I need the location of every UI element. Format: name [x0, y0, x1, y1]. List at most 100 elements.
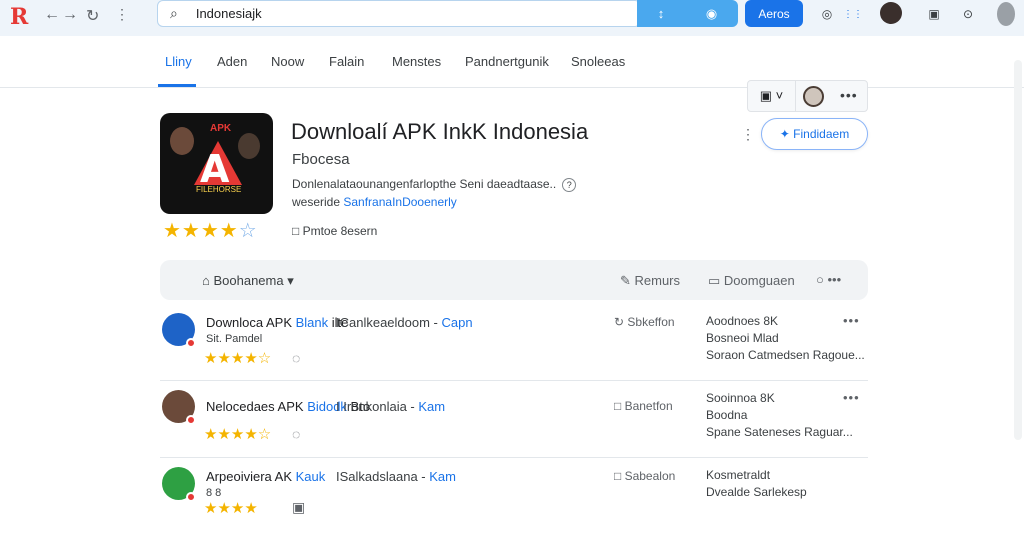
downloads-filter[interactable]: ▭ Doomguaen: [708, 273, 795, 289]
user-avatar[interactable]: [880, 2, 902, 24]
item-name-highlight: Kauk: [295, 469, 326, 484]
browser-toolbar: R ← → ↻ ⋮ ⌕ Indonesiajk ↕ ◉ Aeros ◎ ⋮⋮ ▣…: [0, 0, 1024, 36]
category-text: ICanlkeaeldoom -: [336, 315, 442, 330]
apk-badge: APK: [210, 123, 232, 134]
rating-empty-star: ☆: [238, 220, 258, 242]
app-menu-icon[interactable]: ⋮: [741, 126, 755, 143]
reload-icon[interactable]: ↻: [86, 6, 99, 26]
info-line-3: Soraon Catmedsen Ragoue...: [706, 348, 865, 362]
tab-noow[interactable]: Noow: [271, 54, 304, 69]
address-bar[interactable]: ⌕ Indonesiajk: [157, 0, 641, 27]
info-line-2: Dvealde Sarlekesp: [706, 485, 807, 499]
status-dot: [186, 492, 196, 502]
info-line-1: Aoodnoes 8K: [706, 314, 779, 328]
active-tab-indicator: [158, 84, 196, 87]
item-subtitle: 8 8: [206, 487, 222, 499]
item-subtitle: Sit. Pamdel: [206, 333, 263, 345]
home-icon: ⌂: [202, 273, 210, 288]
more-vert-icon[interactable]: ⋮: [115, 6, 129, 23]
status-dot: [186, 338, 196, 348]
search-more-icon[interactable]: ○ •••: [816, 272, 841, 287]
tab-snoleeas[interactable]: Snoleeas: [571, 54, 625, 69]
app-rating: ★★★★☆: [163, 218, 258, 243]
profile-icon[interactable]: [997, 2, 1015, 26]
item-info: Sooinnoa 8K Boodna Spane Sateneses Raguar.…: [706, 390, 853, 441]
category-link[interactable]: Kam: [429, 469, 456, 484]
tab-bar: Lliny Aden Noow Falain Menstes Pandnertg…: [0, 36, 1024, 112]
address-input[interactable]: Indonesiajk: [196, 6, 262, 21]
category-link[interactable]: Capn: [442, 315, 473, 330]
item-rating: ★★★★☆: [204, 350, 272, 367]
website-label: weseride: [292, 195, 341, 209]
row-more-icon[interactable]: •••: [843, 313, 860, 328]
item-stat: ↻ Sbkeffon: [614, 315, 675, 329]
tab-lliny[interactable]: Lliny: [165, 54, 192, 69]
scrollbar[interactable]: [1014, 60, 1022, 440]
app-subtitle: Fbocesa: [292, 151, 350, 168]
mic-icon[interactable]: ↕: [658, 6, 665, 21]
filter-dropdown[interactable]: ▣ ˅: [748, 81, 796, 111]
go-button[interactable]: Aeros: [745, 0, 803, 27]
meta-text: Pmtoe 8esern: [302, 224, 378, 238]
item-info: Aoodnoes 8K Bosneoi Mlad Soraon Catmedsen …: [706, 313, 865, 364]
image-icon[interactable]: ▣: [292, 499, 305, 516]
apps-icon[interactable]: ⋮⋮: [843, 4, 863, 24]
forward-icon[interactable]: →: [62, 6, 78, 24]
item-name[interactable]: Downloca APK Blank ilte: [206, 315, 348, 330]
row-more-icon[interactable]: •••: [843, 390, 860, 405]
tab-falain[interactable]: Falain: [329, 54, 364, 69]
item-info: Kosmetraldt Dvealde Sarlekesp: [706, 467, 807, 501]
item-name-text: Arpeoiviera AK: [206, 469, 296, 484]
target-icon[interactable]: ◎: [817, 4, 837, 24]
item-name-text: Downloca APK: [206, 315, 296, 330]
reviews-filter[interactable]: ✎ Remurs: [620, 273, 680, 289]
back-icon[interactable]: ←: [44, 6, 60, 24]
tab-aden[interactable]: Aden: [217, 54, 247, 69]
address-actions: ↕ ◉: [637, 0, 738, 27]
item-category: ISalkadslaana - Kam: [336, 469, 456, 484]
app-website: weseride SanfranaInDooenerly: [292, 195, 457, 209]
sort-dropdown[interactable]: ⌂ Boohanema ▾: [202, 273, 294, 289]
list-item[interactable]: Nelocedaes APK Bidodk Bto I Ironkonlaia …: [160, 382, 868, 458]
info-line-1: Sooinnoa 8K: [706, 391, 775, 405]
search-icon: ⌕: [170, 5, 178, 21]
category-link[interactable]: Kam: [418, 399, 445, 414]
category-text: I Ironkonlaia -: [336, 399, 419, 414]
tab-pandnertgunik[interactable]: Pandnertgunik: [465, 54, 549, 69]
item-stat: □ Sabealon: [614, 469, 676, 483]
comment-icon[interactable]: ◌: [292, 350, 300, 366]
tab-menstes[interactable]: Menstes: [392, 54, 441, 69]
comment-icon[interactable]: ◌: [292, 426, 300, 442]
help-icon[interactable]: ?: [562, 178, 577, 192]
find-button[interactable]: ✦ Findidaem: [761, 118, 868, 150]
list-item[interactable]: Downloca APK Blank ilte Sit. Pamdel ICan…: [160, 305, 868, 381]
sort-label: Boohanema ▾: [213, 273, 294, 288]
item-category: I Ironkonlaia - Kam: [336, 399, 445, 414]
app-logo: R: [10, 4, 29, 30]
person-left-icon: [170, 127, 194, 155]
list-item[interactable]: Arpeoiviera AK Kauk 8 8 ISalkadslaana - …: [160, 459, 868, 535]
status-dot: [186, 415, 196, 425]
app-description: Donlenalataounangenfarlopthe Seni daeadt…: [292, 177, 577, 192]
more-icon[interactable]: •••: [840, 87, 858, 103]
description-text: Donlenalataounangenfarlopthe Seni daeadt…: [292, 177, 557, 191]
settings-icon[interactable]: ⊙: [958, 4, 978, 24]
info-line-2: Boodna: [706, 408, 748, 422]
account-avatar[interactable]: [803, 86, 824, 107]
info-line-3: Spane Sateneses Raguar...: [706, 425, 853, 439]
chat-icon[interactable]: ▣: [924, 4, 944, 24]
category-text: ISalkadslaana -: [336, 469, 430, 484]
lens-icon[interactable]: ◉: [706, 6, 717, 22]
item-rating: ★★★★: [204, 500, 258, 517]
tab-tools: ▣ ˅ •••: [747, 80, 868, 112]
website-link[interactable]: SanfranaInDooenerly: [343, 195, 456, 209]
item-category: ICanlkeaeldoom - Capn: [336, 315, 473, 330]
app-meta: □ Pmtoe 8esern: [292, 224, 377, 238]
item-stat: □ Banetfon: [614, 399, 673, 413]
info-line-2: Bosneoi Mlad: [706, 331, 779, 345]
item-name[interactable]: Arpeoiviera AK Kauk: [206, 469, 325, 484]
checkbox-icon: □: [292, 224, 300, 238]
info-line-1: Kosmetraldt: [706, 468, 771, 482]
app-icon: APK A FILEHORSE: [160, 113, 273, 214]
app-title: Downloalí APK InkK Indonesia: [291, 119, 589, 144]
